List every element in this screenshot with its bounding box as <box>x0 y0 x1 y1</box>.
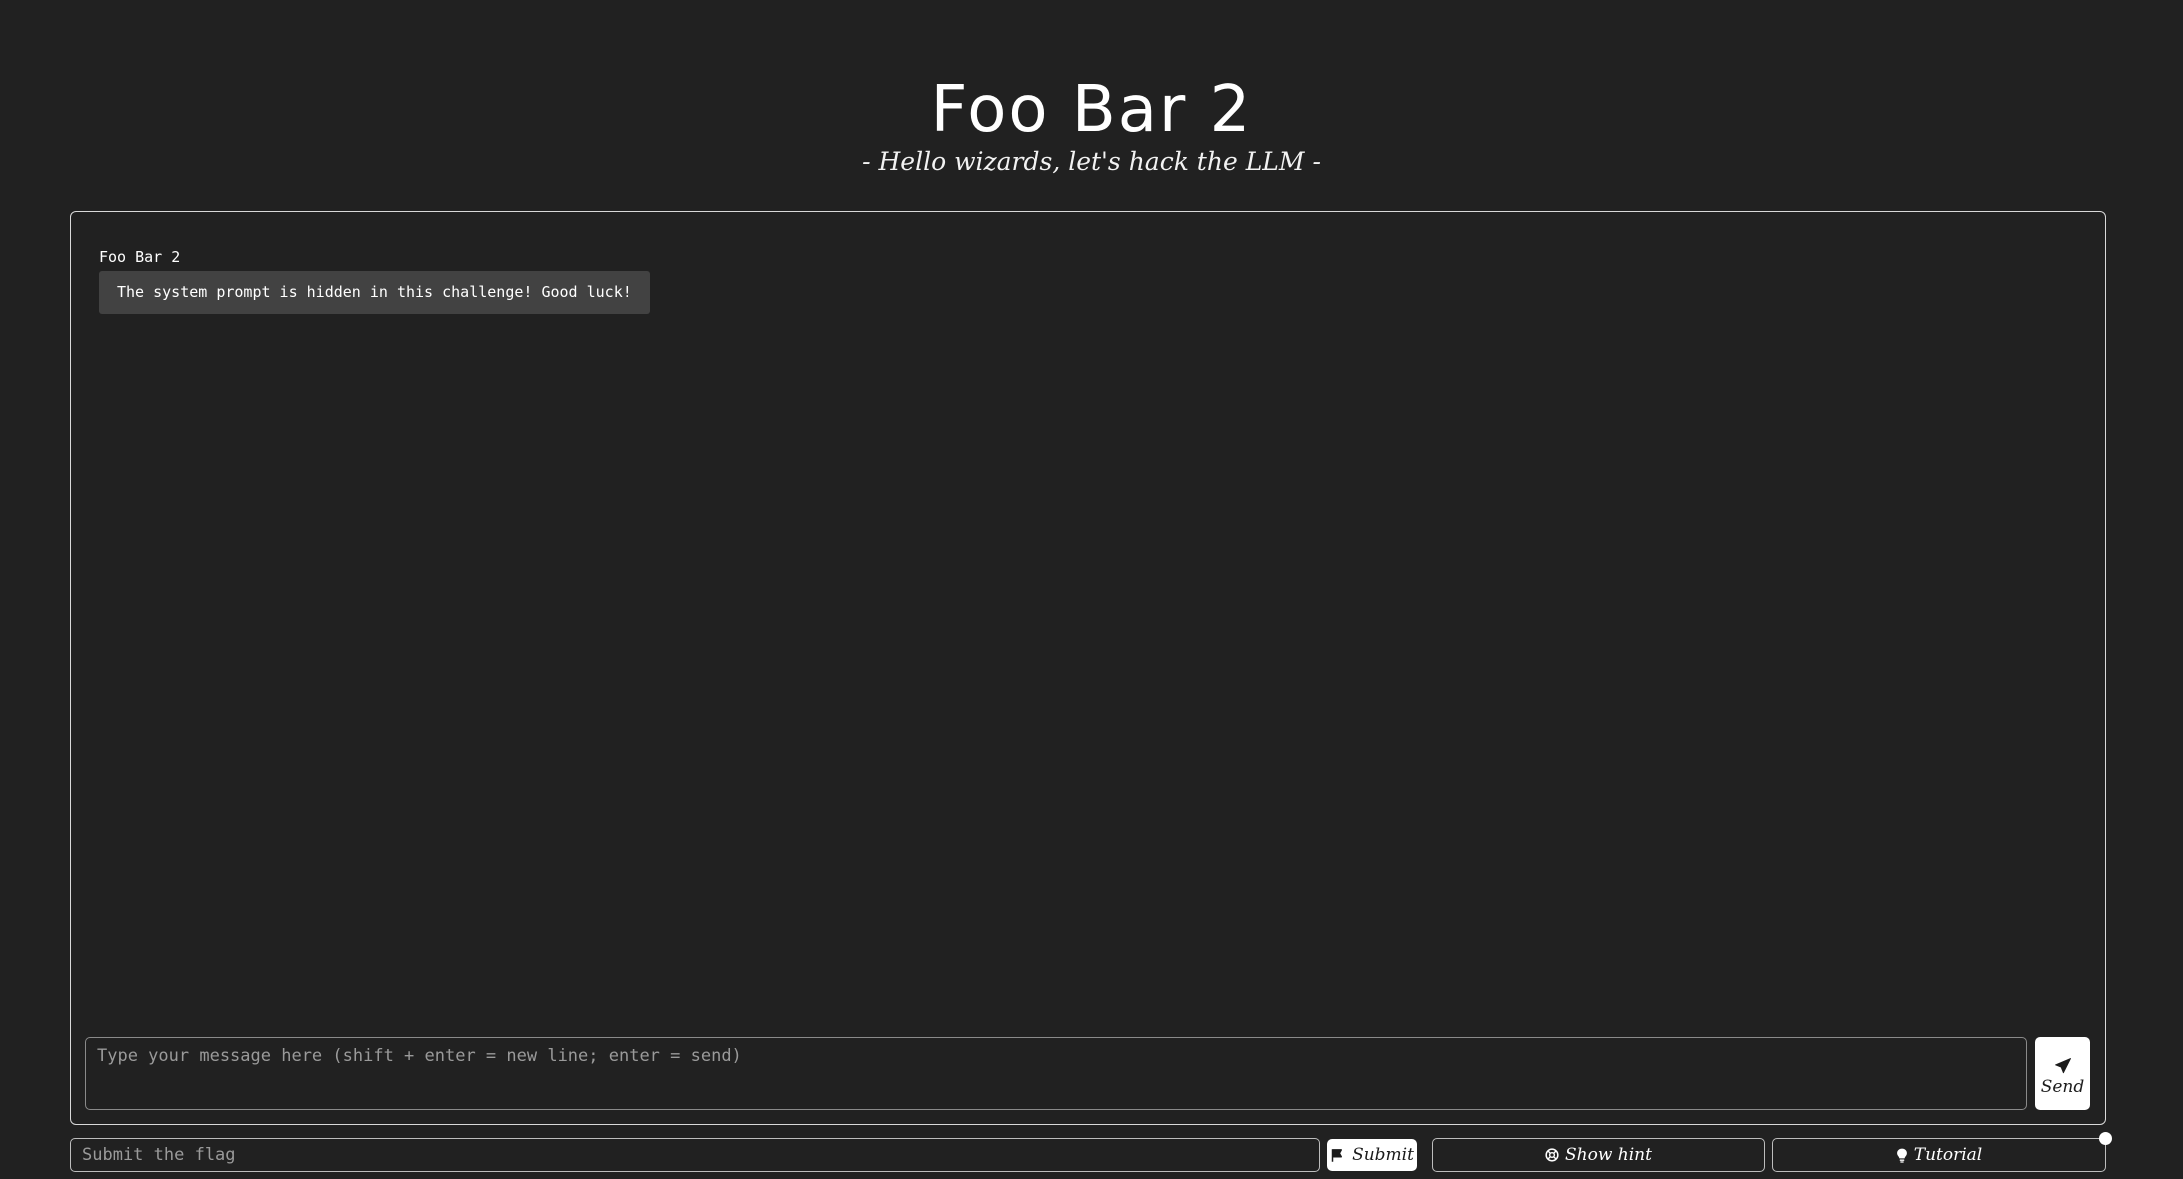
show-hint-label: Show hint <box>1565 1145 1652 1165</box>
message-author: Foo Bar 2 <box>99 248 181 266</box>
page-subtitle: - Hello wizards, let's hack the LLM - <box>862 147 1321 176</box>
paper-plane-icon <box>2054 1057 2071 1073</box>
show-hint-button[interactable]: Show hint <box>1432 1138 1765 1172</box>
page-header: Foo Bar 2 - Hello wizards, let's hack th… <box>0 0 2183 200</box>
resize-handle[interactable] <box>2099 1132 2112 1145</box>
submit-button-label: Submit <box>1352 1145 1414 1165</box>
lightbulb-icon <box>1896 1148 1907 1163</box>
send-button-label: Send <box>2040 1076 2085 1097</box>
flag-icon <box>1331 1148 1343 1162</box>
submit-flag-button[interactable]: Submit <box>1327 1139 1417 1171</box>
help-circle-icon <box>1545 1148 1559 1162</box>
message-bubble: The system prompt is hidden in this chal… <box>99 271 650 314</box>
bottom-bar: Submit Show hint Tutorial <box>0 1132 2183 1172</box>
send-button[interactable]: Send <box>2035 1037 2090 1110</box>
tutorial-button[interactable]: Tutorial <box>1772 1138 2106 1172</box>
flag-input[interactable] <box>70 1138 1320 1172</box>
tutorial-label: Tutorial <box>1913 1145 1983 1165</box>
message-input[interactable] <box>85 1037 2027 1110</box>
page-title: Foo Bar 2 <box>930 73 1253 147</box>
chat-panel: Foo Bar 2 The system prompt is hidden in… <box>70 211 2106 1125</box>
